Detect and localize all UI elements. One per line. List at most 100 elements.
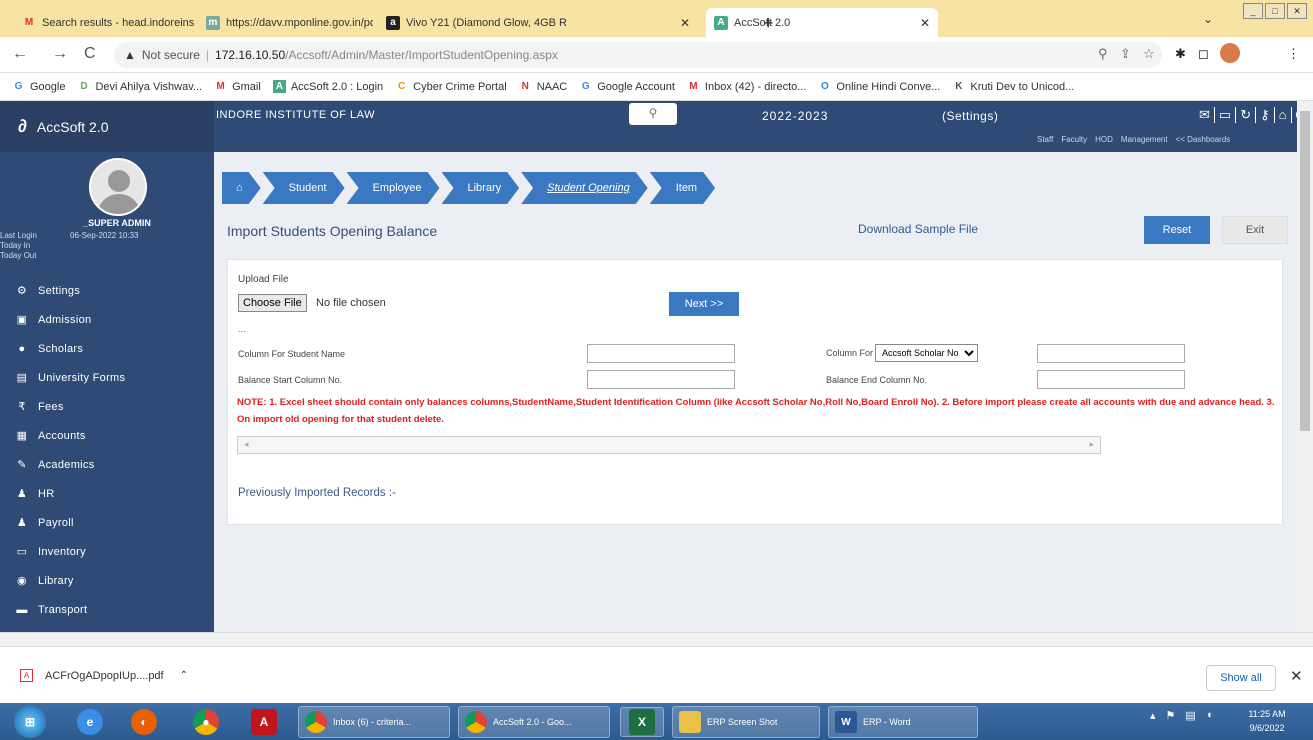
tab-gmail[interactable]: M Search results - head.indoreinstit ✕	[14, 8, 194, 37]
new-tab-button[interactable]: +	[763, 13, 774, 34]
menu-dots-icon[interactable]: ⋮	[1287, 46, 1300, 62]
tray-expand-icon[interactable]: ▴	[1150, 709, 1156, 722]
sidebar-item-hr[interactable]: ♟ HR	[0, 479, 214, 508]
minimize-icon[interactable]: _	[1243, 3, 1263, 19]
role-management[interactable]: Management	[1121, 135, 1168, 144]
breadcrumb-item[interactable]: Item	[650, 172, 715, 204]
maximize-icon[interactable]: □	[1265, 3, 1285, 19]
sidebar-item-fees[interactable]: ₹ Fees	[0, 392, 214, 421]
tab-accsoft[interactable]: A AccSoft 2.0 ✕	[706, 8, 938, 37]
sidebar-item-university-forms[interactable]: ▤ University Forms	[0, 363, 214, 392]
sidebar-item-inventory[interactable]: ▭ Inventory	[0, 537, 214, 566]
balance-end-input[interactable]	[1037, 370, 1185, 389]
sidebar-item-accounts[interactable]: ▦ Accounts	[0, 421, 214, 450]
breadcrumb-library[interactable]: Library	[442, 172, 520, 204]
bookmark-google[interactable]: G Google	[12, 80, 66, 93]
profile-avatar-icon[interactable]	[1220, 43, 1240, 63]
taskbar-acrobat[interactable]: A	[244, 707, 284, 737]
page-horizontal-scrollbar[interactable]	[0, 632, 1313, 646]
breadcrumb-student-opening[interactable]: Student Opening	[521, 172, 648, 204]
back-arrow-icon[interactable]: ←	[12, 45, 28, 63]
mail-icon[interactable]: ✉	[1195, 107, 1214, 123]
chevron-up-icon[interactable]: ⌃	[180, 670, 188, 681]
identifier-column-input[interactable]	[1037, 344, 1185, 363]
bookmark-inbox[interactable]: M Inbox (42) - directo...	[687, 80, 806, 93]
sidepanel-icon[interactable]: ◻	[1198, 46, 1209, 62]
breadcrumb-home[interactable]: ⌂	[222, 172, 261, 204]
role-dashboards[interactable]: << Dashboards	[1176, 135, 1231, 144]
flag-icon[interactable]: ⚑	[1166, 709, 1176, 722]
exit-button[interactable]: Exit	[1222, 216, 1288, 244]
taskbar-ie[interactable]: e	[70, 707, 110, 737]
task-erp-screenshot[interactable]: ERP Screen Shot	[672, 706, 820, 738]
taskbar-firefox[interactable]: ◐	[124, 707, 164, 737]
sidebar-item-payroll[interactable]: ♟ Payroll	[0, 508, 214, 537]
home-icon[interactable]: ⌂	[1273, 107, 1291, 123]
task-erp-word[interactable]: W ERP - Word	[828, 706, 978, 738]
sidebar-item-admission[interactable]: ▣ Admission	[0, 305, 214, 334]
close-icon[interactable]: ✕	[914, 16, 930, 30]
start-button[interactable]: ⊞	[6, 706, 54, 738]
refresh-icon[interactable]: ↻	[1235, 107, 1255, 123]
header-search-button[interactable]: ⚲	[629, 103, 677, 125]
previously-imported-heading: Previously Imported Records :-	[238, 487, 396, 499]
role-staff[interactable]: Staff	[1037, 135, 1053, 144]
student-name-column-input[interactable]	[587, 344, 735, 363]
scroll-right-icon[interactable]: ▸	[1089, 439, 1094, 450]
scroll-left-icon[interactable]: ◂	[244, 439, 249, 450]
extensions-icon[interactable]: ✱	[1175, 46, 1186, 62]
sidebar-item-academics[interactable]: ✎ Academics	[0, 450, 214, 479]
grid-scrollbar[interactable]: ◂ ▸	[237, 436, 1101, 454]
share-icon[interactable]: ⇪	[1120, 46, 1131, 62]
balance-start-input[interactable]	[587, 370, 735, 389]
settings-link[interactable]: (Settings)	[942, 109, 998, 123]
bookmark-accsoft-login[interactable]: A AccSoft 2.0 : Login	[272, 80, 383, 93]
message-icon[interactable]: ▭	[1213, 107, 1235, 123]
role-hod[interactable]: HOD	[1095, 135, 1113, 144]
sidebar-item-settings[interactable]: ⚙ Settings	[0, 276, 214, 305]
bookmark-naac[interactable]: N NAAC	[519, 80, 568, 93]
task-inbox[interactable]: Inbox (6) - criteria...	[298, 706, 450, 738]
download-item[interactable]: A ACFrOgADpopIUp....pdf ⌃	[20, 669, 188, 682]
reload-icon[interactable]: C	[84, 45, 96, 63]
close-window-icon[interactable]: ✕	[1287, 3, 1307, 19]
role-faculty[interactable]: Faculty	[1061, 135, 1087, 144]
task-accsoft[interactable]: AccSoft 2.0 - Goo...	[458, 706, 610, 738]
page-vertical-scrollbar[interactable]	[1297, 101, 1313, 632]
download-sample-link[interactable]: Download Sample File	[858, 222, 978, 236]
clock[interactable]: 11:25 AM 9/6/2022	[1236, 707, 1298, 735]
sidebar-item-transport[interactable]: ▬ Transport	[0, 595, 214, 624]
scroll-thumb[interactable]	[1300, 111, 1310, 431]
bookmark-hindi-converter[interactable]: O Online Hindi Conve...	[818, 80, 940, 93]
bookmark-davv[interactable]: D Devi Ahilya Vishwav...	[77, 80, 202, 93]
key-icon[interactable]: ⚷	[1255, 107, 1274, 123]
reset-button[interactable]: Reset	[1144, 216, 1210, 244]
choose-file-button[interactable]: Choose File	[238, 294, 307, 312]
volume-icon[interactable]: ◖	[1206, 709, 1213, 722]
column-for-select[interactable]: Accsoft Scholar No	[875, 344, 979, 362]
close-icon[interactable]: ✕	[674, 16, 690, 30]
tab-mponline[interactable]: m https://davv.mponline.gov.in/po ✕	[198, 8, 373, 37]
app-logo[interactable]: ∂ AccSoft 2.0	[0, 101, 214, 152]
session-year[interactable]: 2022-2023	[762, 109, 828, 123]
taskbar-chrome[interactable]: ●	[186, 707, 226, 737]
bookmark-cyber-crime[interactable]: C Cyber Crime Portal	[395, 80, 507, 93]
breadcrumb-student[interactable]: Student	[263, 172, 345, 204]
bookmark-kruti-dev[interactable]: K Kruti Dev to Unicod...	[952, 80, 1074, 93]
bookmark-gmail[interactable]: M Gmail	[214, 80, 260, 93]
sidebar-item-library[interactable]: ◉ Library	[0, 566, 214, 595]
address-bar[interactable]: ▲ Not secure | 172.16.10.50 /Accsoft/Adm…	[114, 42, 1162, 68]
forward-arrow-icon[interactable]: →	[52, 45, 68, 63]
tab-amazon[interactable]: a Vivo Y21 (Diamond Glow, 4GB R ✕	[378, 8, 698, 37]
show-all-button[interactable]: Show all	[1206, 665, 1276, 691]
next-button[interactable]: Next >>	[669, 292, 739, 316]
breadcrumb-employee[interactable]: Employee	[347, 172, 440, 204]
sidebar-item-scholars[interactable]: ● Scholars	[0, 334, 214, 363]
network-icon[interactable]: ▤	[1185, 709, 1195, 722]
zoom-icon[interactable]: ⚲	[1098, 46, 1108, 62]
taskbar-excel[interactable]: X	[620, 707, 664, 737]
bookmark-google-account[interactable]: G Google Account	[579, 80, 675, 93]
star-icon[interactable]: ☆	[1143, 46, 1155, 62]
tab-search-chevron-icon[interactable]: ⌄	[1203, 12, 1213, 26]
close-icon[interactable]: ✕	[1290, 667, 1303, 685]
